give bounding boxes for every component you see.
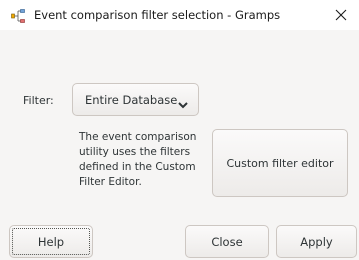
- chevron-down-icon: [177, 95, 189, 109]
- dialog-window: Event comparison filter selection - Gram…: [0, 0, 359, 260]
- apply-button[interactable]: Apply: [276, 225, 357, 258]
- window-title: Event comparison filter selection - Gram…: [34, 8, 281, 22]
- filter-label: Filter:: [23, 94, 54, 107]
- description-text: The event comparison utility uses the fi…: [79, 130, 204, 190]
- gramps-icon: [11, 8, 27, 23]
- description-line: defined in the Custom: [79, 161, 196, 173]
- description-line: Filter Editor.: [79, 176, 142, 188]
- description-line: The event comparison: [79, 131, 197, 143]
- close-icon[interactable]: [335, 9, 347, 21]
- close-button[interactable]: Close: [185, 225, 269, 258]
- help-button[interactable]: Help: [9, 225, 93, 258]
- description-line: utility uses the filters: [79, 146, 191, 158]
- filter-dropdown[interactable]: Entire Database: [72, 83, 199, 116]
- filter-selected-value: Entire Database: [85, 92, 178, 107]
- window-close-button[interactable]: [329, 4, 353, 26]
- title-bar: Event comparison filter selection - Gram…: [0, 0, 359, 30]
- custom-filter-editor-button[interactable]: Custom filter editor: [212, 129, 348, 197]
